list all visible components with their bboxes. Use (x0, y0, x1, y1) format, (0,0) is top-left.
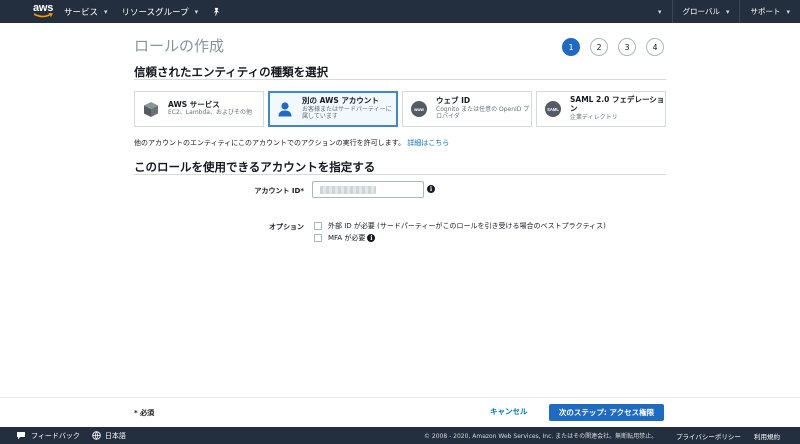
card-subtitle: お客様またはサードパーティーに属しています (302, 105, 392, 120)
account-id-input[interactable] (312, 181, 424, 198)
pin-icon (213, 7, 220, 16)
chevron-down-icon: ▾ (725, 7, 730, 16)
globe-icon (92, 431, 101, 440)
feedback-button[interactable]: フィードバック (16, 431, 80, 441)
step-3[interactable]: 3 (618, 38, 636, 56)
card-text: SAML 2.0 フェデレーション 企業ディレクトリ (570, 96, 665, 121)
console-footer: フィードバック 日本語 © 2008 - 2020, Amazon Web Se… (0, 427, 800, 444)
wizard-action-bar: * 必須 キャンセル 次のステップ: アクセス権限 (0, 397, 800, 427)
entity-type-cards: AWS サービス EC2、Lambda、およびその他 別の AWS アカウント … (134, 91, 666, 127)
wizard-steps: 1 2 3 4 (562, 38, 664, 56)
mfa-label: MFA が必要 (328, 234, 366, 242)
user-icon (276, 100, 294, 118)
global-menu[interactable]: グローバル ▾ (671, 0, 740, 23)
account-id-label: アカウント ID* (254, 187, 304, 195)
top-navigation: aws サービス ▾ リソースグループ ▾ ▾ グローバル ▾ サポート ▾ (0, 0, 800, 23)
pin-button[interactable] (212, 0, 221, 23)
chevron-down-icon: ▾ (786, 7, 790, 16)
card-text: ウェブ ID Cognito または任意の OpenID プロバイダ (436, 97, 531, 120)
entity-card-another-aws-account[interactable]: 別の AWS アカウント お客様またはサードパーティーに属しています (268, 91, 398, 127)
speech-bubble-icon (17, 432, 25, 440)
cancel-button[interactable]: キャンセル (490, 406, 528, 417)
www-icon-text: www (411, 101, 427, 117)
support-menu[interactable]: サポート ▾ (739, 0, 800, 23)
language-selector[interactable]: 日本語 (92, 431, 126, 441)
option-require-mfa: MFA が必要 i (314, 233, 376, 243)
resource-groups-menu[interactable]: リソースグループ ▾ (122, 0, 199, 23)
entity-card-saml-federation[interactable]: SAML SAML 2.0 フェデレーション 企業ディレクトリ (536, 91, 666, 127)
learn-more-link[interactable]: 詳細はこちら (407, 139, 449, 147)
cube-icon (142, 100, 160, 118)
external-id-checkbox[interactable] (314, 222, 322, 230)
nav-right-group: ▾ グローバル ▾ サポート ▾ (648, 0, 800, 23)
account-id-redacted-value (320, 186, 376, 194)
card-title: 別の AWS アカウント (302, 96, 379, 106)
services-menu[interactable]: サービス ▾ (64, 0, 108, 23)
description-text: 他のアカウントのエンティティにこのアカウントでのアクションの実行を許可します。 (134, 139, 405, 147)
external-id-label: 外部 ID が必要 (サードパーティーがこのロールを引き受ける場合のベストプラク… (328, 222, 606, 230)
card-subtitle: Cognito または任意の OpenID プロバイダ (436, 105, 530, 120)
info-icon[interactable]: i (427, 185, 435, 193)
terms-link[interactable]: 利用規約 (754, 431, 780, 441)
saml-icon-text: SAML (545, 101, 561, 117)
card-title: SAML 2.0 フェデレーション (570, 95, 665, 114)
trusted-entity-section-title: 信頼されたエンティティの種類を選択 (134, 65, 329, 79)
card-text: 別の AWS アカウント お客様またはサードパーティーに属しています (302, 97, 396, 120)
step-2[interactable]: 2 (590, 38, 608, 56)
card-subtitle: 企業ディレクトリ (570, 113, 618, 121)
privacy-policy-link[interactable]: プライバシーポリシー (676, 431, 741, 441)
support-label: サポート (750, 7, 781, 16)
options-label: オプション (269, 223, 304, 231)
option-require-external-id: 外部 ID が必要 (サードパーティーがこのロールを引き受ける場合のベストプラク… (314, 221, 606, 231)
aws-smile-icon (33, 13, 53, 18)
chevron-down-icon: ▾ (104, 7, 108, 16)
card-subtitle: EC2、Lambda、およびその他 (168, 109, 252, 117)
next-permissions-button[interactable]: 次のステップ: アクセス権限 (549, 404, 664, 421)
saml-icon: SAML (544, 100, 562, 118)
chevron-down-icon: ▾ (194, 7, 199, 16)
page-title: ロールの作成 (134, 37, 225, 55)
chevron-down-icon: ▾ (658, 7, 662, 16)
www-icon: www (410, 100, 428, 118)
section-divider (134, 174, 666, 175)
step-4[interactable]: 4 (646, 38, 664, 56)
language-label: 日本語 (104, 431, 126, 440)
step-1[interactable]: 1 (562, 38, 580, 56)
resource-groups-label: リソースグループ (121, 7, 189, 18)
section-divider (134, 79, 666, 80)
card-title: ウェブ ID (436, 96, 471, 106)
entity-description: 他のアカウントのエンティティにこのアカウントでのアクションの実行を許可します。 … (134, 138, 449, 148)
services-label: サービス (64, 7, 99, 18)
entity-card-aws-service[interactable]: AWS サービス EC2、Lambda、およびその他 (134, 91, 264, 127)
account-section-title: このロールを使用できるアカウントを指定する (134, 160, 376, 174)
info-icon[interactable]: i (367, 234, 376, 242)
global-label: グローバル (682, 7, 720, 16)
aws-logo[interactable]: aws (6, 0, 53, 23)
copyright-text: © 2008 - 2020, Amazon Web Services, Inc.… (424, 433, 658, 440)
mfa-checkbox[interactable] (314, 234, 322, 242)
card-text: AWS サービス EC2、Lambda、およびその他 (168, 100, 252, 118)
region-menu[interactable]: ▾ (648, 0, 672, 23)
feedback-label: フィードバック (31, 431, 80, 440)
entity-card-web-identity[interactable]: www ウェブ ID Cognito または任意の OpenID プロバイダ (402, 91, 532, 127)
required-note: * 必須 (134, 409, 155, 417)
